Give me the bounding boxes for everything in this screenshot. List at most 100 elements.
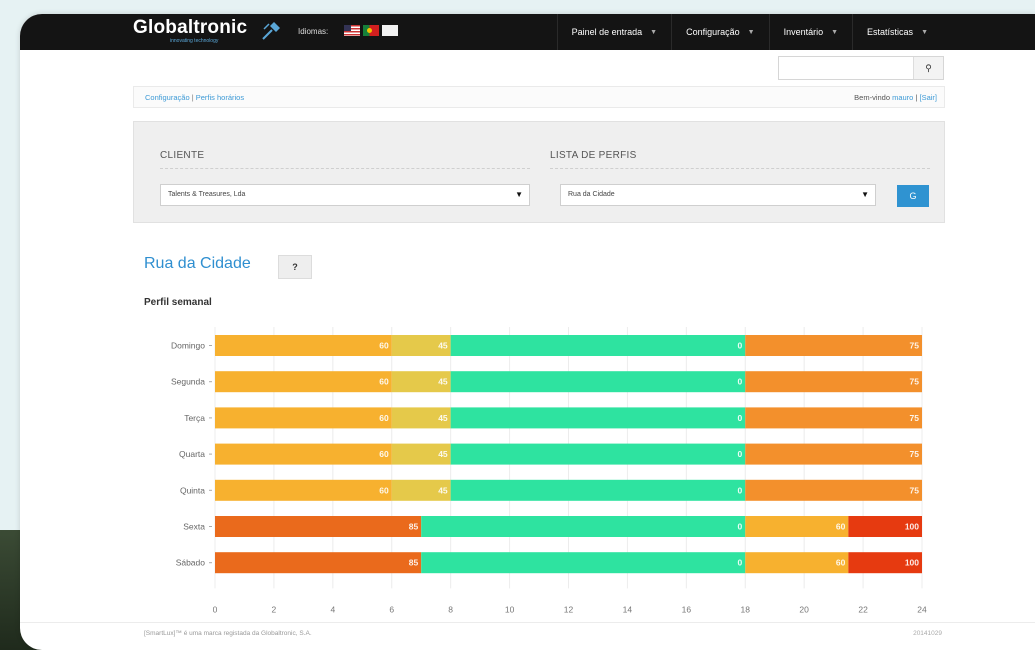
y-tick-label: Quinta bbox=[180, 485, 205, 495]
breadcrumb-bar: Configuração | Perfis horários Bem-vindo… bbox=[133, 86, 945, 108]
breadcrumb-item-configuracao[interactable]: Configuração bbox=[145, 93, 190, 102]
chevron-down-icon: ▼ bbox=[747, 28, 755, 36]
bar-segment bbox=[745, 443, 922, 465]
x-tick-label: 6 bbox=[389, 604, 394, 614]
breadcrumb: Configuração | Perfis horários bbox=[145, 93, 244, 102]
bar-segment bbox=[215, 552, 422, 574]
data-label: 75 bbox=[910, 413, 920, 423]
bar-segment bbox=[745, 371, 922, 393]
chevron-down-icon: ▼ bbox=[921, 28, 928, 36]
x-tick-label: 14 bbox=[623, 604, 633, 614]
y-tick-label: Domingo bbox=[171, 341, 205, 351]
logout-link[interactable]: [Sair] bbox=[919, 93, 937, 102]
y-tick-label: Quarta bbox=[179, 449, 205, 459]
search-icon[interactable]: ⚲ bbox=[913, 57, 943, 79]
data-label: 60 bbox=[836, 522, 846, 532]
bar-segment bbox=[450, 443, 746, 465]
breadcrumb-item-perfis[interactable]: Perfis horários bbox=[196, 93, 244, 102]
user-link[interactable]: mauro bbox=[892, 93, 913, 102]
search-input[interactable]: ⚲ bbox=[778, 56, 944, 80]
data-label: 45 bbox=[438, 341, 448, 351]
data-label: 45 bbox=[438, 377, 448, 387]
chart-title: Perfil semanal bbox=[144, 297, 212, 308]
help-button[interactable]: ? bbox=[278, 255, 312, 279]
x-tick-label: 20 bbox=[799, 604, 809, 614]
top-navbar: Globaltronic innovating technology Idiom… bbox=[20, 14, 1035, 50]
data-label: 0 bbox=[738, 377, 743, 387]
data-label: 0 bbox=[738, 449, 743, 459]
bar-segment bbox=[450, 371, 746, 393]
flag-pt-icon[interactable] bbox=[363, 25, 379, 36]
caret-down-icon: ▼ bbox=[861, 190, 869, 199]
flag-us-icon[interactable] bbox=[344, 25, 360, 36]
data-label: 60 bbox=[379, 449, 389, 459]
x-tick-label: 10 bbox=[505, 604, 515, 614]
bar-segment bbox=[450, 335, 746, 356]
caret-down-icon: ▼ bbox=[515, 190, 523, 199]
bar-segment bbox=[745, 552, 849, 574]
data-label: 45 bbox=[438, 485, 448, 495]
menu-painel[interactable]: Painel de entrada ▼ bbox=[556, 14, 672, 50]
data-label: 60 bbox=[379, 341, 389, 351]
page-title: Rua da Cidade bbox=[144, 255, 251, 272]
bar-segment bbox=[745, 516, 849, 537]
data-label: 75 bbox=[910, 341, 920, 351]
footer-copyright: [SmartLux]™ é uma marca registada da Glo… bbox=[144, 630, 312, 637]
bar-segment bbox=[215, 407, 392, 429]
data-label: 0 bbox=[738, 558, 743, 568]
data-label: 75 bbox=[910, 485, 920, 495]
footer-version: 20141029 bbox=[913, 630, 942, 637]
main-menu: Painel de entrada ▼ Configuração ▼ Inventá… bbox=[556, 14, 942, 50]
x-tick-label: 0 bbox=[213, 604, 218, 614]
y-tick-label: Segunda bbox=[171, 377, 205, 387]
menu-estatisticas[interactable]: Estatísticas ▼ bbox=[852, 14, 942, 50]
bar-segment bbox=[215, 516, 422, 537]
satellite-icon bbox=[262, 22, 280, 40]
footer-divider bbox=[20, 622, 1035, 623]
data-label: 0 bbox=[738, 485, 743, 495]
client-select[interactable]: Talents & Treasures, Lda ▼ bbox=[160, 184, 530, 206]
data-label: 45 bbox=[438, 449, 448, 459]
bar-segment bbox=[450, 479, 746, 501]
brand-tagline: innovating technology bbox=[170, 38, 219, 44]
bar-segment bbox=[421, 552, 746, 574]
bar-segment bbox=[215, 371, 392, 393]
x-tick-label: 12 bbox=[564, 604, 574, 614]
y-tick-label: Sexta bbox=[183, 522, 205, 532]
brand-logo[interactable]: Globaltronic bbox=[133, 17, 247, 39]
x-tick-label: 18 bbox=[741, 604, 751, 614]
x-tick-label: 4 bbox=[330, 604, 335, 614]
data-label: 75 bbox=[910, 449, 920, 459]
x-tick-label: 24 bbox=[917, 604, 927, 614]
go-button[interactable]: G bbox=[897, 185, 929, 207]
x-tick-label: 16 bbox=[682, 604, 692, 614]
y-tick-label: Sábado bbox=[176, 558, 206, 568]
bar-segment bbox=[215, 443, 392, 465]
bar-segment bbox=[215, 335, 392, 356]
flag-gb-icon[interactable] bbox=[382, 25, 398, 36]
languages-label: Idiomas: bbox=[298, 27, 329, 36]
menu-inventario[interactable]: Inventário ▼ bbox=[768, 14, 852, 50]
chevron-down-icon: ▼ bbox=[831, 28, 839, 36]
data-label: 45 bbox=[438, 413, 448, 423]
menu-configuracao[interactable]: Configuração ▼ bbox=[671, 14, 768, 50]
chevron-down-icon: ▼ bbox=[650, 28, 658, 36]
x-tick-label: 8 bbox=[448, 604, 453, 614]
divider bbox=[160, 168, 530, 169]
data-label: 85 bbox=[409, 522, 419, 532]
data-label: 100 bbox=[905, 558, 919, 568]
data-label: 100 bbox=[905, 522, 919, 532]
filter-panel: CLIENTE Talents & Treasures, Lda ▼ LISTA… bbox=[133, 121, 945, 223]
data-label: 0 bbox=[738, 341, 743, 351]
data-label: 60 bbox=[379, 485, 389, 495]
data-label: 85 bbox=[409, 558, 419, 568]
x-tick-label: 2 bbox=[272, 604, 277, 614]
data-label: 75 bbox=[910, 377, 920, 387]
data-label: 60 bbox=[379, 377, 389, 387]
bar-segment bbox=[745, 335, 922, 356]
x-tick-label: 22 bbox=[858, 604, 868, 614]
data-label: 60 bbox=[836, 558, 846, 568]
data-label: 0 bbox=[738, 522, 743, 532]
bar-segment bbox=[421, 516, 746, 537]
profile-select[interactable]: Rua da Cidade ▼ bbox=[560, 184, 876, 206]
